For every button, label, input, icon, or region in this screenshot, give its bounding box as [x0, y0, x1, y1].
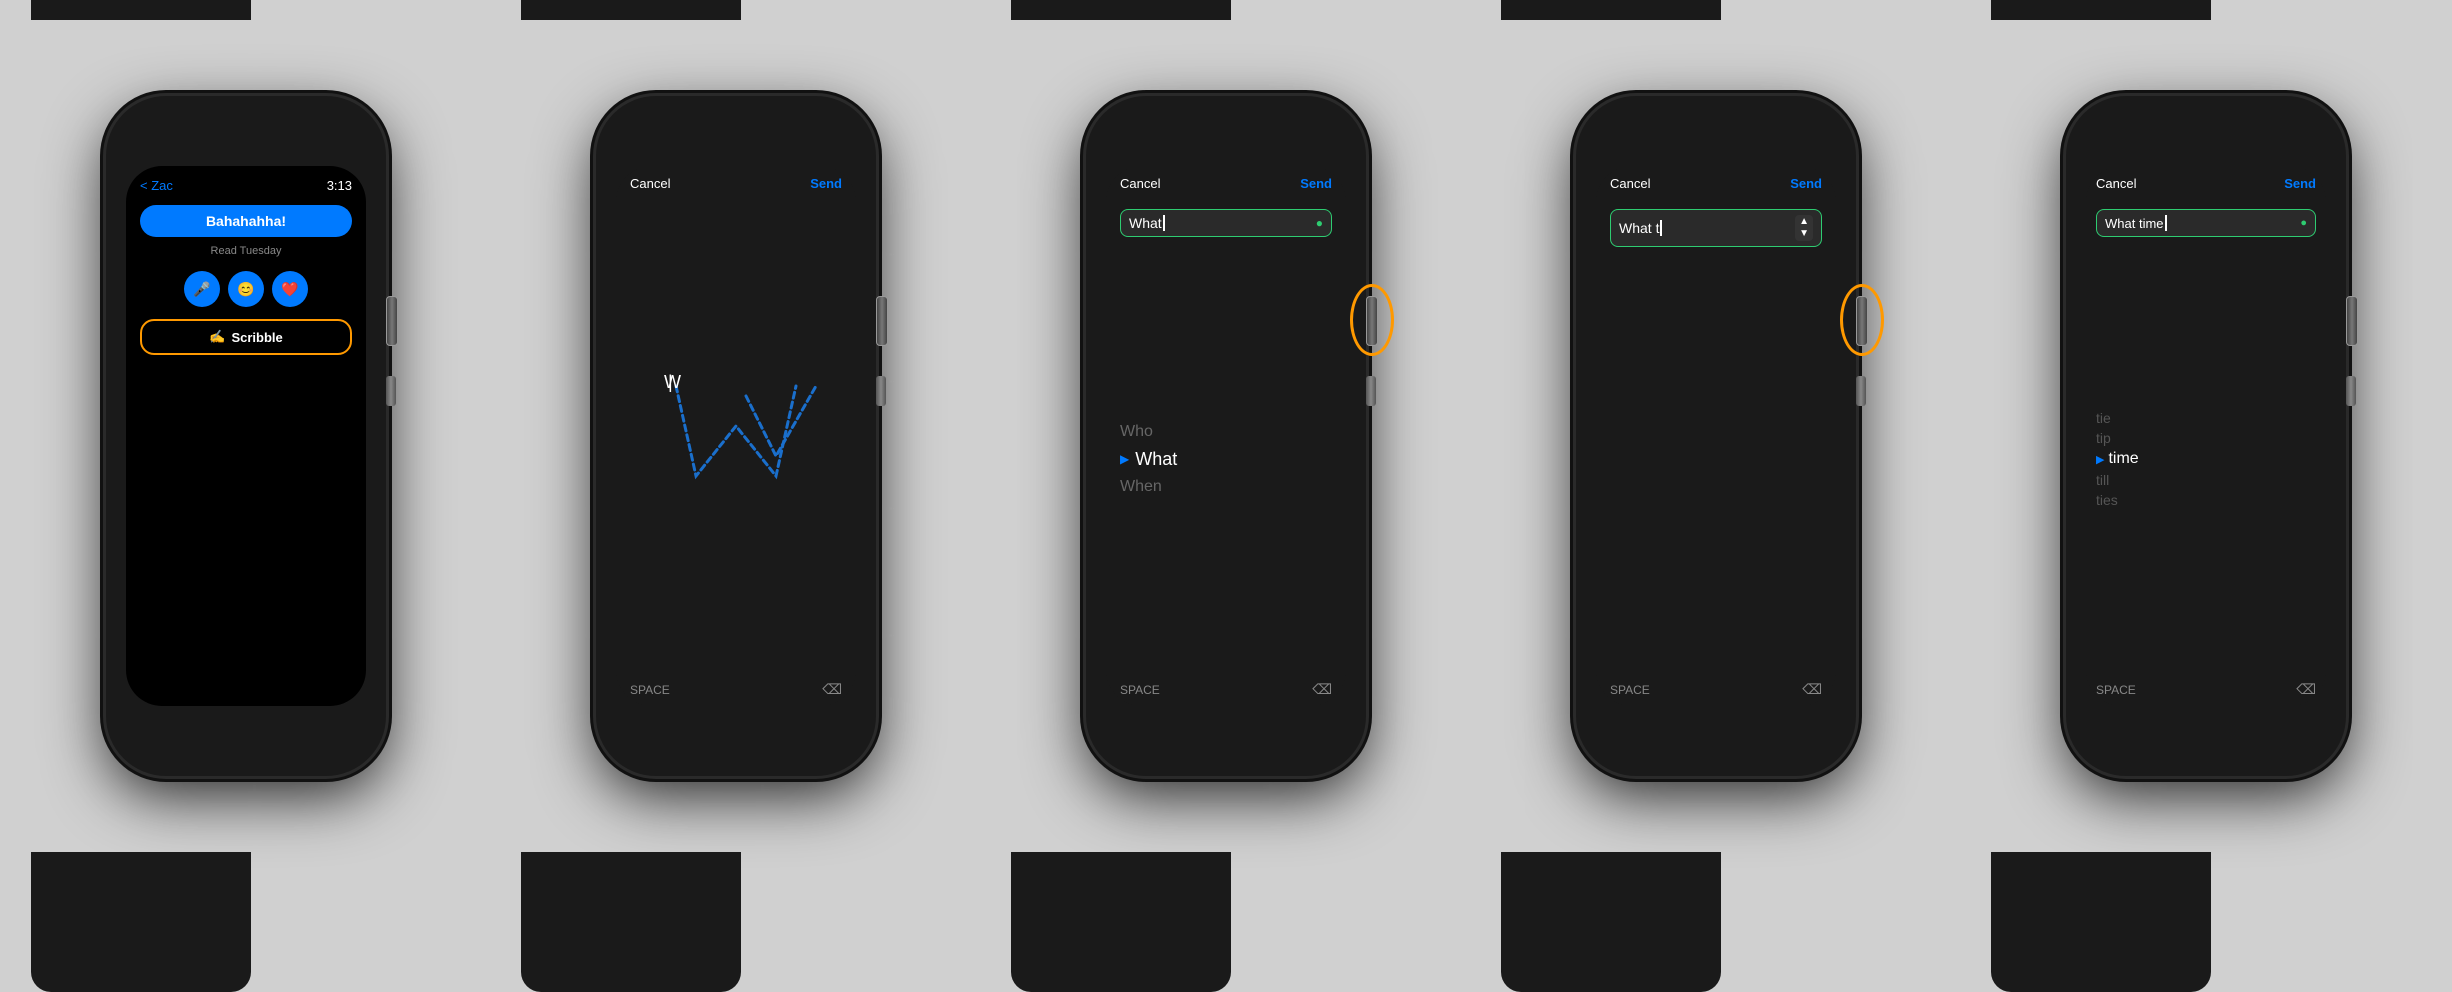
- send-button-3[interactable]: Send: [1300, 176, 1332, 191]
- back-button[interactable]: < Zac: [140, 178, 173, 193]
- watch-side-button-3[interactable]: [1366, 376, 1376, 406]
- input-bar-4[interactable]: What t ▲ ▼: [1610, 209, 1822, 247]
- suggestion-time-arrow: ▶: [2096, 453, 2104, 466]
- backspace-button-2[interactable]: ⌫: [822, 681, 842, 698]
- watch-side-button-2[interactable]: [876, 376, 886, 406]
- watch-screen-3: Cancel Send What ● Who ▶ What: [1106, 166, 1346, 706]
- cancel-button-5[interactable]: Cancel: [2096, 176, 2136, 191]
- band-top-2: [521, 0, 741, 20]
- scribble-label: Scribble: [231, 330, 282, 345]
- watch-crown-5[interactable]: [2346, 296, 2358, 346]
- input-cursor-3: [1163, 215, 1165, 231]
- watch-screen-4: Cancel Send What t ▲ ▼ SPACE ⌫: [1596, 166, 1836, 706]
- suggestion-time[interactable]: ▶ time: [2096, 449, 2316, 469]
- watch-crown-3[interactable]: [1366, 296, 1378, 346]
- input-indicator-5: ●: [2300, 217, 2307, 229]
- watch-body-4: Cancel Send What t ▲ ▼ SPACE ⌫: [1576, 96, 1856, 776]
- cancel-button-4[interactable]: Cancel: [1610, 176, 1650, 191]
- watch-side-button-1[interactable]: [386, 376, 396, 406]
- scribble-button[interactable]: ✍️ Scribble: [140, 319, 352, 355]
- watch-1: < Zac 3:13 Bahahahha! Read Tuesday 🎤 😊 ❤…: [1, 0, 491, 872]
- input-cursor-4: [1660, 220, 1662, 236]
- heart-button[interactable]: ❤️: [272, 271, 308, 307]
- watch-2: Cancel Send W | SPACE: [491, 0, 981, 872]
- band-bottom-5: [1991, 852, 2211, 992]
- watch-body-1: < Zac 3:13 Bahahahha! Read Tuesday 🎤 😊 ❤…: [106, 96, 386, 776]
- backspace-button-4[interactable]: ⌫: [1802, 681, 1822, 698]
- cancel-button-2[interactable]: Cancel: [630, 176, 670, 191]
- scroll-down-icon: ▼: [1799, 229, 1809, 239]
- send-button-4[interactable]: Send: [1790, 176, 1822, 191]
- svg-text:|: |: [668, 372, 673, 392]
- watch-body-3: Cancel Send What ● Who ▶ What: [1086, 96, 1366, 776]
- emoji-button[interactable]: 😊: [228, 271, 264, 307]
- band-bottom-2: [521, 852, 741, 992]
- suggestion-ties[interactable]: ties: [2096, 491, 2316, 509]
- suggestion-who[interactable]: Who: [1120, 421, 1332, 443]
- band-top-1: [31, 0, 251, 20]
- suggestion-what[interactable]: ▶ What: [1120, 447, 1332, 472]
- input-bar-5[interactable]: What time ●: [2096, 209, 2316, 237]
- input-cursor-5: [2165, 215, 2167, 231]
- suggestion-when[interactable]: When: [1120, 476, 1332, 498]
- watch-crown-2[interactable]: [876, 296, 888, 346]
- band-top-3: [1011, 0, 1231, 20]
- watch-3: Cancel Send What ● Who ▶ What: [981, 0, 1471, 872]
- suggestion-tie[interactable]: tie: [2096, 409, 2316, 427]
- drawing-area[interactable]: W |: [616, 199, 856, 673]
- watch-screen-5: Cancel Send What time ● tie tip: [2086, 166, 2326, 706]
- send-button-2[interactable]: Send: [810, 176, 842, 191]
- band-top-5: [1991, 0, 2211, 20]
- watch-4: Cancel Send What t ▲ ▼ SPACE ⌫: [1471, 0, 1961, 872]
- suggestions-list-5: tie tip ▶ time till ties: [2086, 245, 2326, 673]
- band-top-4: [1501, 0, 1721, 20]
- band-bottom-1: [31, 852, 251, 992]
- empty-area-4: [1596, 255, 1836, 673]
- watch-body-2: Cancel Send W | SPACE: [596, 96, 876, 776]
- band-bottom-3: [1011, 852, 1231, 992]
- backspace-button-3[interactable]: ⌫: [1312, 681, 1332, 698]
- cancel-button-3[interactable]: Cancel: [1120, 176, 1160, 191]
- input-text-5: What time: [2105, 216, 2164, 231]
- input-text-3: What: [1129, 215, 1162, 231]
- watch-side-button-4[interactable]: [1856, 376, 1866, 406]
- space-label-4[interactable]: SPACE: [1610, 683, 1650, 697]
- send-button-5[interactable]: Send: [2284, 176, 2316, 191]
- space-label-3[interactable]: SPACE: [1120, 683, 1160, 697]
- suggestions-list-3: Who ▶ What When: [1106, 245, 1346, 673]
- input-text-4: What t: [1619, 220, 1659, 236]
- watch-crown-1[interactable]: [386, 296, 398, 346]
- scroll-up-icon: ▲: [1799, 217, 1809, 227]
- watch-screen-2: Cancel Send W | SPACE: [616, 166, 856, 706]
- suggestion-till[interactable]: till: [2096, 471, 2316, 489]
- mic-button[interactable]: 🎤: [184, 271, 220, 307]
- watch-crown-4[interactable]: [1856, 296, 1868, 346]
- backspace-button-5[interactable]: ⌫: [2296, 681, 2316, 698]
- message-bubble: Bahahahha!: [140, 205, 352, 237]
- scribble-icon: ✍️: [209, 329, 225, 345]
- scribble-drawing: W |: [646, 366, 826, 506]
- read-receipt: Read Tuesday: [134, 245, 358, 257]
- scroll-arrows-4[interactable]: ▲ ▼: [1795, 215, 1813, 241]
- space-label-2[interactable]: SPACE: [630, 683, 670, 697]
- watch-side-button-5[interactable]: [2346, 376, 2356, 406]
- input-bar-3[interactable]: What ●: [1120, 209, 1332, 237]
- space-label-5[interactable]: SPACE: [2096, 683, 2136, 697]
- watch-screen-1: < Zac 3:13 Bahahahha! Read Tuesday 🎤 😊 ❤…: [126, 166, 366, 706]
- watch-5: Cancel Send What time ● tie tip: [1961, 0, 2451, 872]
- mic-icon-3: ●: [1316, 216, 1323, 230]
- suggestion-tip[interactable]: tip: [2096, 429, 2316, 447]
- band-bottom-4: [1501, 852, 1721, 992]
- suggestion-arrow: ▶: [1120, 452, 1129, 466]
- time-display: 3:13: [327, 178, 352, 193]
- watch-body-5: Cancel Send What time ● tie tip: [2066, 96, 2346, 776]
